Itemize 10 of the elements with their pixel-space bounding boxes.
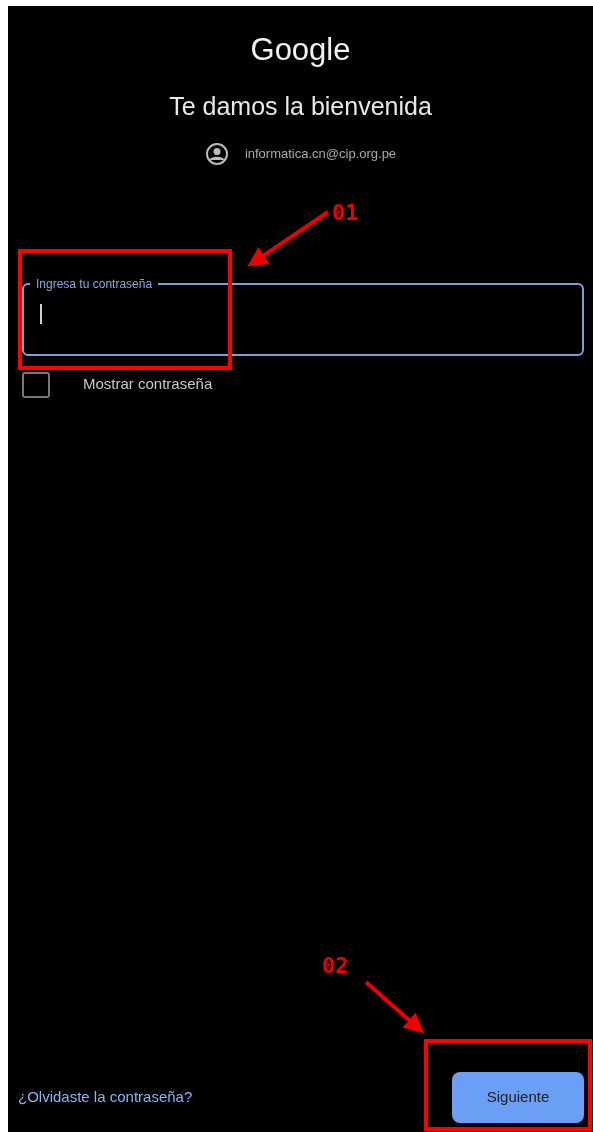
account-email: informatica.cn@cip.org.pe bbox=[244, 144, 397, 163]
forgot-password-link[interactable]: ¿Olvidaste la contraseña? bbox=[18, 1086, 193, 1109]
callout-number: 01 bbox=[332, 202, 359, 224]
next-button[interactable]: Siguiente bbox=[452, 1072, 584, 1123]
callout-number: 02 bbox=[322, 955, 349, 977]
field-label: Ingresa tu contraseña bbox=[35, 277, 154, 290]
checkbox-label[interactable]: Mostrar contraseña bbox=[83, 373, 213, 396]
password-field[interactable]: Ingresa tu contraseña bbox=[22, 277, 584, 356]
logo: Google bbox=[250, 31, 351, 69]
welcome-title: Te damos la bienvenida bbox=[169, 91, 432, 123]
